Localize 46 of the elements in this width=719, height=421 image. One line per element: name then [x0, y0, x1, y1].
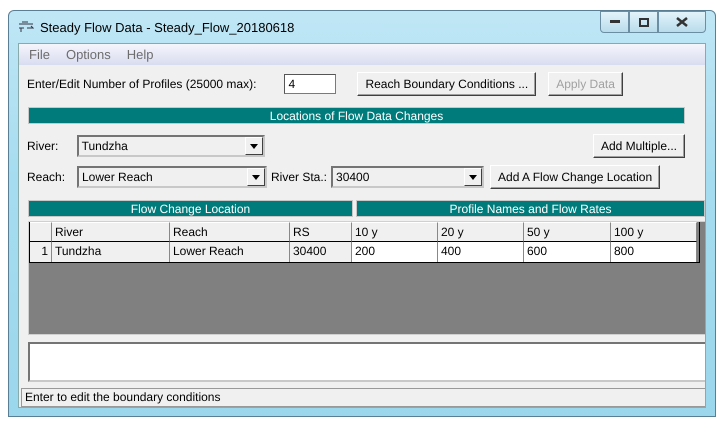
- dropdown-arrow-icon: [250, 144, 258, 148]
- boundary-conditions-button[interactable]: Reach Boundary Conditions ...: [357, 72, 536, 96]
- maximize-button[interactable]: [629, 11, 658, 33]
- menu-item[interactable]: Options: [58, 47, 119, 62]
- menu-item[interactable]: Help: [118, 47, 162, 62]
- add-multiple-button[interactable]: Add Multiple...: [592, 134, 685, 158]
- profiles-field[interactable]: 4: [284, 74, 336, 94]
- description-field[interactable]: [28, 342, 705, 382]
- river-label: River:: [27, 139, 60, 153]
- column-header: RS: [290, 222, 352, 242]
- minimize-icon: [610, 20, 620, 24]
- column-header: Reach: [170, 222, 290, 242]
- column-header: 10 y: [352, 222, 438, 242]
- close-button[interactable]: [658, 11, 706, 33]
- corner-cell: [30, 222, 52, 242]
- row-number: 1: [30, 242, 52, 262]
- table-cell[interactable]: 400: [438, 242, 524, 262]
- reach-label: Reach:: [27, 170, 66, 184]
- table-cell: Tundzha: [52, 242, 170, 262]
- column-header: River: [52, 222, 170, 242]
- table-group-header: Flow Change Location: [28, 200, 353, 217]
- table-cell[interactable]: 600: [524, 242, 611, 262]
- table-cell[interactable]: 800: [611, 242, 697, 262]
- profiles-label: Enter/Edit Number of Profiles (25000 max):: [27, 77, 256, 91]
- app-icon: [18, 21, 34, 33]
- river-station-dropdown[interactable]: 30400: [331, 166, 484, 188]
- minimize-button[interactable]: [600, 11, 629, 33]
- river-station-label: River Sta.:: [271, 170, 328, 184]
- river-dropdown[interactable]: Tundzha: [76, 135, 265, 157]
- add-location-button[interactable]: Add A Flow Change Location: [490, 165, 660, 189]
- table-cell: Lower Reach: [170, 242, 290, 262]
- table-cell: 30400: [290, 242, 352, 262]
- status-bar: Enter to edit the boundary conditions: [21, 388, 705, 407]
- column-header: 100 y: [611, 222, 697, 242]
- dropdown-arrow-icon: [252, 174, 260, 180]
- maximize-icon: [638, 18, 648, 26]
- table-cell[interactable]: 200: [352, 242, 438, 262]
- menu-item[interactable]: File: [21, 47, 58, 62]
- dropdown-arrow-icon: [469, 174, 478, 180]
- table-group-header: Profile Names and Flow Rates: [356, 200, 705, 217]
- reach-dropdown[interactable]: Lower Reach: [77, 166, 267, 188]
- close-icon: [676, 17, 688, 27]
- column-header: 20 y: [438, 222, 524, 242]
- window-title: Steady Flow Data - Steady_Flow_20180618: [40, 20, 294, 34]
- column-header: 50 y: [524, 222, 611, 242]
- section-header: Locations of Flow Data Changes: [28, 107, 685, 124]
